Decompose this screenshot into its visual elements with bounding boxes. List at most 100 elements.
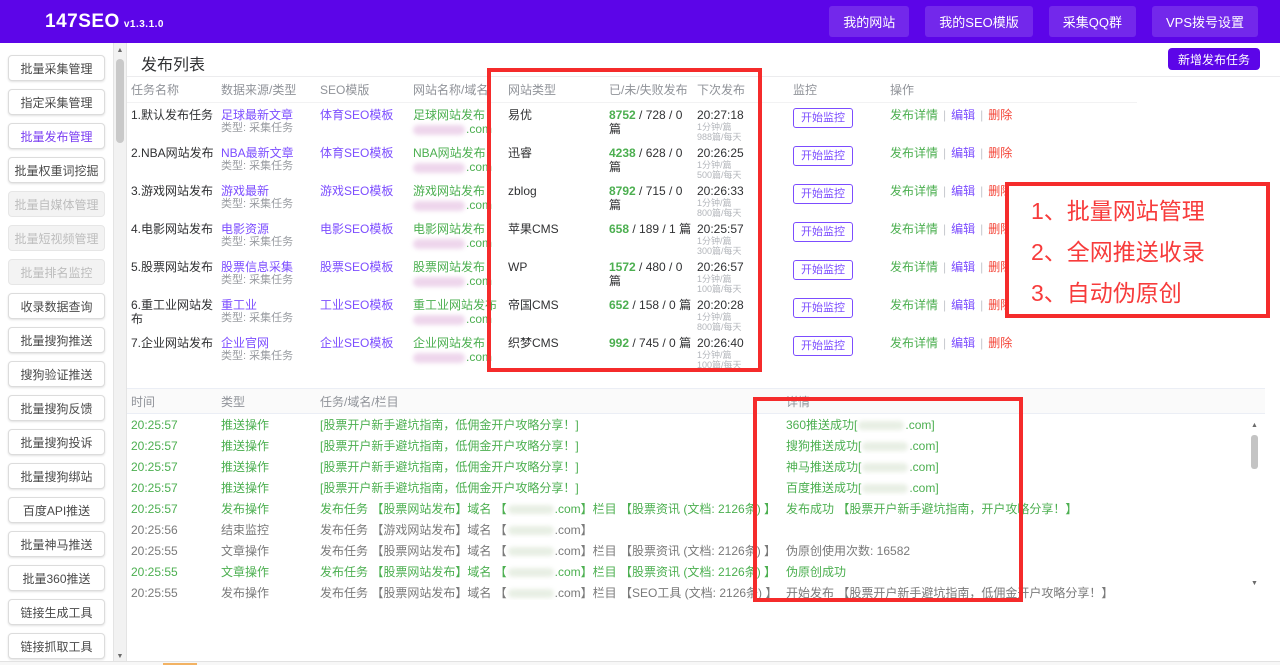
template-link[interactable]: 体育SEO模板 (320, 146, 393, 160)
source-link[interactable]: 股票信息采集 (221, 260, 293, 274)
source-link[interactable]: NBA最新文章 (221, 146, 294, 160)
sidebar-item: 批量自媒体管理 (8, 191, 105, 217)
source-type-label: 类型: 采集任务 (221, 160, 294, 172)
template-link[interactable]: 体育SEO模板 (320, 108, 393, 122)
daily-limit: 800篇/每天 (697, 208, 742, 218)
log-scrollbar[interactable]: ▲ ▼ (1248, 421, 1261, 589)
start-monitor-button[interactable]: 开始监控 (793, 146, 853, 166)
publish-detail-link[interactable]: 发布详情 (890, 336, 938, 350)
sidebar-item[interactable]: 批量搜狗反馈 (8, 395, 105, 421)
brand-version: v1.3.1.0 (123, 18, 164, 30)
site-cell: 企业网站发布 .com (413, 336, 508, 364)
start-monitor-button[interactable]: 开始监控 (793, 260, 853, 280)
publish-rate: 1分钟/篇 (697, 350, 732, 360)
page-title: 发布列表 (141, 57, 206, 74)
edit-link[interactable]: 编辑 (951, 146, 975, 160)
log-detail: 伪原创使用次数: 16582 (786, 544, 911, 558)
delete-link[interactable]: 删除 (988, 108, 1012, 122)
sidebar-item[interactable]: 批量搜狗投诉 (8, 429, 105, 455)
sidebar-scrollbar[interactable]: ▲ ▼ (113, 43, 127, 665)
scrollbar-thumb[interactable] (116, 59, 124, 143)
start-monitor-button[interactable]: 开始监控 (793, 298, 853, 318)
log-type: 推送操作 (221, 481, 270, 495)
log-detail: 360推送成功[.com] (786, 418, 935, 432)
start-monitor-button[interactable]: 开始监控 (793, 184, 853, 204)
source-link[interactable]: 电影资源 (221, 222, 269, 236)
template-link[interactable]: 工业SEO模板 (320, 298, 393, 312)
edit-link[interactable]: 编辑 (951, 108, 975, 122)
column-header: 网站名称/域名 (413, 82, 489, 97)
separator: | (943, 336, 947, 350)
delete-link[interactable]: 删除 (988, 146, 1012, 160)
blurred-domain (413, 162, 465, 173)
seo-template-cell: 股票SEO模板 (320, 260, 413, 274)
sidebar-item[interactable]: 批量神马推送 (8, 531, 105, 557)
log-type: 结束监控 (221, 523, 270, 537)
template-link[interactable]: 股票SEO模板 (320, 260, 393, 274)
next-publish-time: 20:26:25 (697, 146, 744, 160)
daily-limit: 100篇/每天 (697, 360, 742, 370)
site-name: NBA网站发布 (413, 146, 486, 160)
edit-link[interactable]: 编辑 (951, 298, 975, 312)
edit-link[interactable]: 编辑 (951, 260, 975, 274)
edit-link[interactable]: 编辑 (951, 222, 975, 236)
publish-detail-link[interactable]: 发布详情 (890, 298, 938, 312)
template-link[interactable]: 企业SEO模板 (320, 336, 393, 350)
log-row: 20:25:57 推送操作 [股票开户新手避坑指南，低佣金开户攻略分享！] 神马推送成… (127, 456, 1265, 477)
publish-detail-link[interactable]: 发布详情 (890, 146, 938, 160)
template-link[interactable]: 电影SEO模板 (320, 222, 393, 236)
nav-my-websites[interactable]: 我的网站 (829, 6, 910, 37)
delete-link[interactable]: 删除 (988, 336, 1012, 350)
new-publish-task-button[interactable]: 新增发布任务 (1168, 48, 1260, 70)
sidebar-item[interactable]: 指定采集管理 (8, 89, 105, 115)
source-link[interactable]: 足球最新文章 (221, 108, 293, 122)
log-detail: 搜狗推送成功[.com] (786, 439, 939, 453)
log-task: [股票开户新手避坑指南，低佣金开户攻略分享！] (320, 460, 579, 474)
publish-detail-link[interactable]: 发布详情 (890, 222, 938, 236)
column-header: SEO模版 (320, 82, 370, 97)
start-monitor-button[interactable]: 开始监控 (793, 108, 853, 128)
sidebar-item[interactable]: 批量权重词挖掘 (8, 157, 105, 183)
task-name: 5.股票网站发布 (131, 260, 214, 274)
source-link[interactable]: 游戏最新 (221, 184, 269, 198)
nav-my-seo-templates[interactable]: 我的SEO模版 (925, 6, 1033, 37)
sidebar-item[interactable]: 批量360推送 (8, 565, 105, 591)
log-row: 20:25:55 文章操作 发布任务 【股票网站发布】域名 【.com】栏目 【股票… (127, 561, 1265, 582)
start-monitor-button[interactable]: 开始监控 (793, 222, 853, 242)
start-monitor-button[interactable]: 开始监控 (793, 336, 853, 356)
sidebar-item[interactable]: 批量搜狗推送 (8, 327, 105, 353)
source-link[interactable]: 重工业 (221, 298, 257, 312)
app-window: 147SEO v1.3.1.0 我的网站 我的SEO模版 采集QQ群 VPS拨号设… (0, 0, 1280, 665)
sidebar-item[interactable]: 收录数据查询 (8, 293, 105, 319)
sidebar-item[interactable]: 链接生成工具 (8, 599, 105, 625)
log-time: 20:25:57 (131, 501, 178, 516)
edit-link[interactable]: 编辑 (951, 336, 975, 350)
publish-detail-link[interactable]: 发布详情 (890, 108, 938, 122)
source-type-label: 类型: 采集任务 (221, 236, 294, 248)
scroll-up-icon[interactable]: ▲ (114, 45, 126, 57)
scrollbar-thumb[interactable] (1251, 435, 1258, 469)
data-source-cell: 重工业 类型: 采集任务 (221, 298, 320, 325)
log-time: 20:25:55 (131, 585, 178, 600)
sidebar-item[interactable]: 批量发布管理 (8, 123, 105, 149)
publish-counts: 1572 / 480 / 0 篇 (609, 260, 683, 288)
sidebar-item[interactable]: 批量采集管理 (8, 55, 105, 81)
publish-detail-link[interactable]: 发布详情 (890, 184, 938, 198)
source-type-label: 类型: 采集任务 (221, 350, 294, 362)
site-name: 电影网站发布 (413, 222, 486, 236)
edit-link[interactable]: 编辑 (951, 184, 975, 198)
log-type: 发布操作 (221, 502, 270, 516)
publish-counts: 8752 / 728 / 0 篇 (609, 108, 683, 136)
nav-vps-settings[interactable]: VPS拨号设置 (1151, 6, 1258, 37)
template-link[interactable]: 游戏SEO模板 (320, 184, 393, 198)
publish-detail-link[interactable]: 发布详情 (890, 260, 938, 274)
source-link[interactable]: 企业官网 (221, 336, 269, 350)
sidebar-item[interactable]: 百度API推送 (8, 497, 105, 523)
sidebar-item[interactable]: 链接抓取工具 (8, 633, 105, 659)
scroll-down-icon[interactable]: ▼ (1248, 579, 1261, 589)
scroll-up-icon[interactable]: ▲ (1248, 421, 1261, 431)
sidebar-item[interactable]: 批量搜狗绑站 (8, 463, 105, 489)
actions-cell: 发布详情 | 编辑 | 删除 (890, 336, 1130, 350)
sidebar-item[interactable]: 搜狗验证推送 (8, 361, 105, 387)
nav-qq-group[interactable]: 采集QQ群 (1048, 6, 1136, 37)
